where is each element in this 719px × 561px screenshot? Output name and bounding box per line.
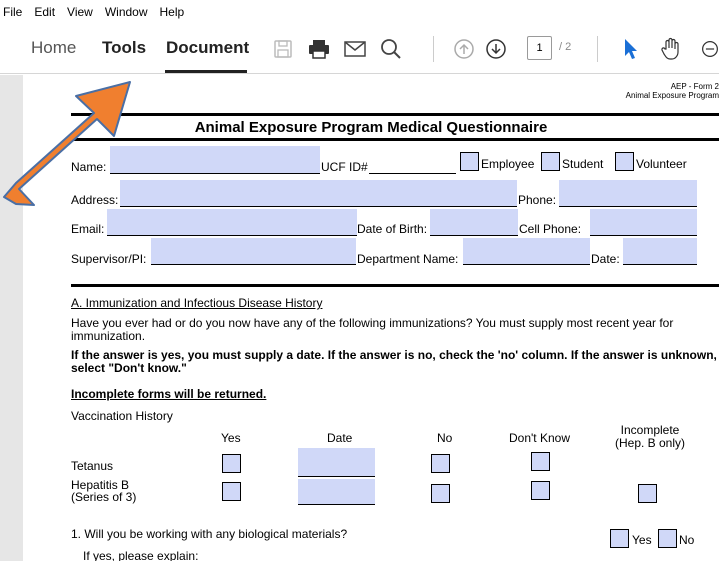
top-divider <box>71 113 719 116</box>
q1-yes-label: Yes <box>632 533 652 547</box>
ucf-id-label: UCF ID# <box>321 160 368 174</box>
email-field[interactable] <box>107 209 357 235</box>
supervisor-underline <box>151 264 356 265</box>
name-underline <box>110 173 320 174</box>
row-hepatitis-b-line2: (Series of 3) <box>71 490 137 504</box>
tetanus-date-underline <box>298 476 375 477</box>
tab-home[interactable]: Home <box>31 38 76 58</box>
q1-yes-checkbox[interactable] <box>610 529 629 548</box>
toolbar: Home Tools Document 1 / 2 <box>0 24 719 74</box>
tetanus-dontknow-checkbox[interactable] <box>531 452 550 471</box>
next-page-icon[interactable] <box>484 37 508 61</box>
immunization-instructions: Have you ever had or do you now have any… <box>71 316 674 343</box>
address-label: Address: <box>71 193 119 207</box>
date-underline <box>623 264 697 265</box>
answer-instructions: If the answer is yes, you must supply a … <box>71 348 717 375</box>
department-field[interactable] <box>463 238 590 264</box>
student-label: Student <box>562 157 604 171</box>
dob-field[interactable] <box>430 209 518 235</box>
date-label: Date: <box>591 252 620 266</box>
tab-document[interactable]: Document <box>166 38 249 58</box>
tetanus-date-field[interactable] <box>298 448 375 476</box>
hepb-yes-checkbox[interactable] <box>222 482 241 501</box>
col-incomplete-line2: (Hep. B only) <box>614 436 686 450</box>
form-title: Animal Exposure Program Medical Question… <box>194 119 548 136</box>
email-underline <box>107 235 357 236</box>
email-label: Email: <box>71 222 105 236</box>
q1-no-label: No <box>679 533 695 547</box>
document-viewer[interactable]: AEP - Form 2 Animal Exposure Program Ani… <box>0 75 719 561</box>
q1-no-checkbox[interactable] <box>658 529 677 548</box>
hepb-incomplete-checkbox[interactable] <box>638 484 657 503</box>
search-icon[interactable] <box>379 37 403 61</box>
student-checkbox[interactable] <box>541 152 560 171</box>
col-no: No <box>437 431 453 445</box>
title-divider <box>71 138 719 141</box>
row-hepatitis-b: Hepatitis B (Series of 3) <box>71 479 136 503</box>
tetanus-no-checkbox[interactable] <box>431 454 450 473</box>
name-field[interactable] <box>110 146 320 173</box>
dob-underline <box>430 235 518 236</box>
col-incomplete: Incomplete (Hep. B only) <box>605 424 695 450</box>
section-a-heading: A. Immunization and Infectious Disease H… <box>71 296 323 310</box>
select-cursor-icon[interactable] <box>619 37 643 61</box>
page-number-input[interactable]: 1 <box>527 36 552 60</box>
volunteer-label: Volunteer <box>636 157 687 171</box>
supervisor-field[interactable] <box>151 238 356 264</box>
col-date: Date <box>327 431 353 445</box>
address-field[interactable] <box>120 180 517 206</box>
phone-underline <box>559 206 697 207</box>
form-id-line2: Animal Exposure Program <box>625 91 719 100</box>
menu-edit[interactable]: Edit <box>34 5 55 19</box>
cell-phone-label: Cell Phone: <box>519 222 582 236</box>
q1-explain: If yes, please explain: <box>83 549 199 561</box>
save-icon[interactable] <box>271 37 295 61</box>
print-icon[interactable] <box>307 37 331 61</box>
department-label: Department Name: <box>357 252 459 266</box>
section-divider <box>71 284 719 287</box>
form-id: AEP - Form 2 Animal Exposure Program <box>573 82 719 100</box>
page-total: / 2 <box>559 41 572 53</box>
date-field[interactable] <box>623 238 697 264</box>
menu-window[interactable]: Window <box>105 5 148 19</box>
previous-page-icon[interactable] <box>452 37 476 61</box>
supervisor-label: Supervisor/PI: <box>71 252 147 266</box>
active-tab-indicator <box>165 70 247 73</box>
cell-phone-field[interactable] <box>590 209 697 235</box>
name-label: Name: <box>71 160 107 174</box>
phone-label: Phone: <box>518 193 557 207</box>
toolbar-separator <box>597 36 598 62</box>
hepb-dontknow-checkbox[interactable] <box>531 481 550 500</box>
phone-field[interactable] <box>559 180 697 206</box>
col-yes: Yes <box>221 431 241 445</box>
hand-tool-icon[interactable] <box>659 37 683 61</box>
menu-bar: File Edit View Window Help <box>0 0 719 24</box>
tetanus-yes-checkbox[interactable] <box>222 454 241 473</box>
hepb-date-field[interactable] <box>298 479 375 504</box>
volunteer-checkbox[interactable] <box>615 152 634 171</box>
zoom-out-icon[interactable] <box>701 37 719 61</box>
form-id-line1: AEP - Form 2 <box>670 82 719 91</box>
email-icon[interactable] <box>343 37 367 61</box>
tab-tools[interactable]: Tools <box>102 38 146 58</box>
hepb-date-underline <box>298 504 375 505</box>
menu-view[interactable]: View <box>67 5 93 19</box>
toolbar-separator <box>433 36 434 62</box>
menu-file[interactable]: File <box>3 5 22 19</box>
menu-help[interactable]: Help <box>160 5 185 19</box>
hepb-no-checkbox[interactable] <box>431 484 450 503</box>
pdf-page: AEP - Form 2 Animal Exposure Program Ani… <box>23 75 719 561</box>
address-underline <box>120 206 517 207</box>
ucf-id-field[interactable] <box>369 173 456 174</box>
question-1: 1. Will you be working with any biologic… <box>71 527 348 541</box>
department-underline <box>463 264 590 265</box>
employee-checkbox[interactable] <box>460 152 479 171</box>
incomplete-warning: Incomplete forms will be returned. <box>71 387 267 401</box>
row-tetanus: Tetanus <box>71 459 114 473</box>
vaccination-history-label: Vaccination History <box>71 409 173 423</box>
col-dont-know: Don't Know <box>509 431 570 445</box>
cell-phone-underline <box>590 235 697 236</box>
dob-label: Date of Birth: <box>357 222 428 236</box>
employee-label: Employee <box>481 157 535 171</box>
